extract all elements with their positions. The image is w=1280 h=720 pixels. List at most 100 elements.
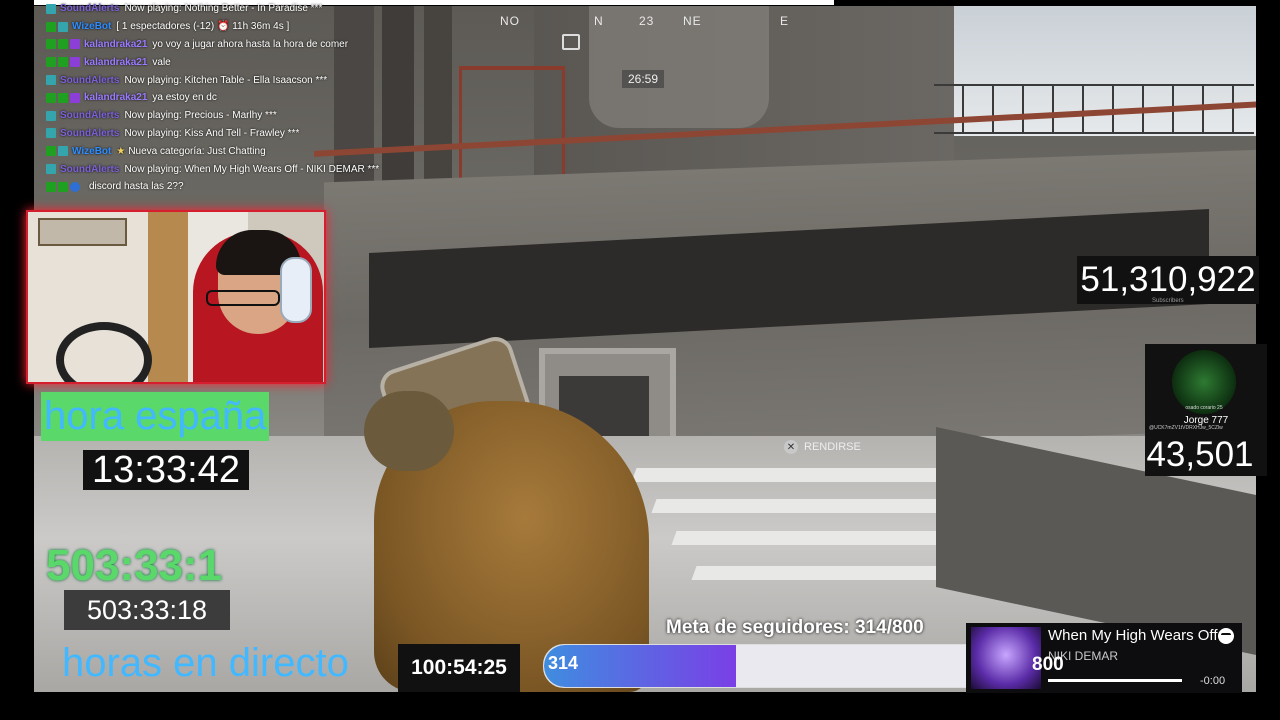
profile-handle: @UCK7mZV1tVDRXHJw_5CZlw bbox=[1149, 425, 1223, 431]
chat-badges bbox=[46, 3, 56, 14]
webcam-door bbox=[148, 212, 193, 382]
chat-username[interactable]: SoundAlerts bbox=[60, 3, 119, 14]
stream-hours-small: 503:33:18 bbox=[64, 590, 230, 630]
compass-label: NO bbox=[500, 14, 520, 28]
chat-text: discord hasta las 2?? bbox=[89, 181, 184, 193]
compass-label: NE bbox=[683, 14, 702, 28]
chat-message: WizeBot ★ Nueva categoría: Just Chatting bbox=[46, 142, 426, 160]
chat-message: SoundAlerts Now playing: Nothing Better -… bbox=[46, 0, 426, 18]
chat-message: kalandraka21 yo voy a jugar ahora hasta l… bbox=[46, 36, 426, 54]
song-title: When My High Wears Off bbox=[1048, 627, 1218, 644]
compass: NO N 23 NE E bbox=[500, 14, 800, 34]
green-badge-icon bbox=[46, 146, 56, 157]
chat-username[interactable]: WizeBot bbox=[72, 146, 111, 157]
compass-label: E bbox=[780, 14, 790, 28]
chat-text: yo voy a jugar ahora hasta la hora de co… bbox=[152, 38, 349, 50]
chat-text: ya estoy en dc bbox=[152, 92, 217, 104]
chat-badges bbox=[46, 164, 56, 175]
purple-badge-icon bbox=[70, 39, 80, 50]
chat-message: kalandraka21 vale bbox=[46, 53, 426, 71]
surrender-label: RENDIRSE bbox=[804, 441, 861, 453]
chat-text: Nueva categoría: Just Chatting bbox=[128, 145, 266, 157]
floor-stripe bbox=[631, 468, 967, 482]
spain-clock: 13:33:42 bbox=[83, 450, 249, 490]
purple-badge-icon bbox=[70, 92, 80, 103]
chat-username[interactable]: kalandraka21 bbox=[84, 92, 147, 103]
chat-text: Now playing: Kiss And Tell - Frawley *** bbox=[124, 127, 300, 139]
chat-badges bbox=[46, 75, 56, 86]
chat-message: SoundAlerts Now playing: Kitchen Table - … bbox=[46, 71, 426, 89]
soldier-helmet bbox=[364, 391, 454, 471]
teal-badge-icon bbox=[58, 146, 68, 157]
profile-subscriber-count: 43,501 bbox=[1146, 435, 1254, 474]
green-badge-icon bbox=[46, 21, 56, 32]
green-badge-icon bbox=[58, 57, 68, 68]
chat-badges bbox=[46, 57, 80, 68]
chat-text: Now playing: Nothing Better - In Paradis… bbox=[124, 3, 323, 15]
chat-username[interactable]: SoundAlerts bbox=[60, 128, 119, 139]
green-badge-icon bbox=[46, 181, 56, 192]
chat-text: Now playing: When My High Wears Off - NI… bbox=[124, 163, 380, 175]
chat-message: kalandraka21 ya estoy en dc bbox=[46, 89, 426, 107]
green-badge-icon bbox=[58, 181, 68, 192]
subscriber-count: 51,310,922 bbox=[1077, 256, 1259, 304]
chat-username[interactable]: SoundAlerts bbox=[60, 164, 119, 175]
uptime-timer: 100:54:25 bbox=[398, 644, 520, 692]
glasses bbox=[206, 290, 280, 306]
green-badge-icon bbox=[46, 57, 56, 68]
stream-hours-counter: 503:33:1 bbox=[46, 541, 223, 590]
chat-message: SoundAlerts Now playing: Kiss And Tell - … bbox=[46, 125, 426, 143]
chat-badges bbox=[46, 21, 68, 32]
avatar-caption: osado corario 25 bbox=[1185, 405, 1223, 411]
chat-username[interactable]: SoundAlerts bbox=[60, 110, 119, 121]
chat-overlay: SoundAlerts Now playing: Nothing Better -… bbox=[46, 0, 426, 196]
horas-en-directo-label: horas en directo bbox=[62, 641, 349, 685]
teal-badge-icon bbox=[46, 128, 56, 139]
surrender-prompt[interactable]: ✕ RENDIRSE bbox=[784, 440, 861, 454]
teal-badge-icon bbox=[46, 75, 56, 86]
teal-badge-icon bbox=[46, 3, 56, 14]
spotify-icon bbox=[1218, 628, 1234, 644]
track-progress bbox=[1048, 679, 1182, 682]
chat-text: Now playing: Kitchen Table - Ella Isaacs… bbox=[124, 74, 328, 86]
star-icon: ★ bbox=[116, 145, 126, 157]
compass-label: N bbox=[594, 14, 604, 28]
chat-message: SoundAlerts Now playing: When My High Wea… bbox=[46, 160, 426, 178]
chat-message: SoundAlerts Now playing: Precious - Marlh… bbox=[46, 107, 426, 125]
chat-text: Now playing: Precious - Marlhy *** bbox=[124, 110, 277, 122]
chat-username[interactable]: kalandraka21 bbox=[84, 57, 147, 68]
follower-goal-max: 800 bbox=[1032, 654, 1064, 675]
chat-badges bbox=[46, 39, 80, 50]
chat-badges bbox=[46, 92, 80, 103]
hora-espana-label: hora españa bbox=[41, 392, 270, 441]
webcam-frame bbox=[26, 210, 326, 384]
now-playing-widget: When My High Wears Off NIKI DEMAR -0:00 bbox=[966, 623, 1242, 693]
teal-badge-icon bbox=[46, 164, 56, 175]
subscriber-label: Subscribers bbox=[1152, 298, 1184, 304]
game-timer: 26:59 bbox=[622, 70, 665, 88]
blue-badge-icon bbox=[70, 181, 80, 192]
teal-badge-icon bbox=[58, 21, 68, 32]
chat-badges bbox=[46, 110, 56, 121]
follower-goal-bar bbox=[543, 644, 1035, 688]
teal-badge-icon bbox=[46, 110, 56, 121]
chat-badges bbox=[46, 128, 56, 139]
chat-username[interactable]: kalandraka21 bbox=[84, 39, 147, 50]
chat-text: [ 1 espectadores (-12) ⏰ 11h 36m 4s ] bbox=[116, 21, 290, 33]
webcam-shelf bbox=[38, 218, 127, 246]
green-badge-icon bbox=[46, 39, 56, 50]
chat-message: WizeBot [ 1 espectadores (-12) ⏰ 11h 36m … bbox=[46, 18, 426, 36]
green-badge-icon bbox=[58, 92, 68, 103]
green-badge-icon bbox=[58, 39, 68, 50]
headset bbox=[280, 257, 312, 323]
purple-badge-icon bbox=[70, 57, 80, 68]
follower-goal-current: 314 bbox=[548, 653, 579, 673]
chat-username[interactable]: SoundAlerts bbox=[60, 75, 119, 86]
download-icon bbox=[562, 34, 580, 50]
chat-badges bbox=[46, 181, 80, 192]
chat-badges bbox=[46, 146, 68, 157]
chat-text: vale bbox=[152, 56, 171, 68]
chat-username[interactable]: WizeBot bbox=[72, 21, 111, 32]
album-art bbox=[971, 627, 1041, 689]
time-remaining: -0:00 bbox=[1200, 675, 1226, 687]
